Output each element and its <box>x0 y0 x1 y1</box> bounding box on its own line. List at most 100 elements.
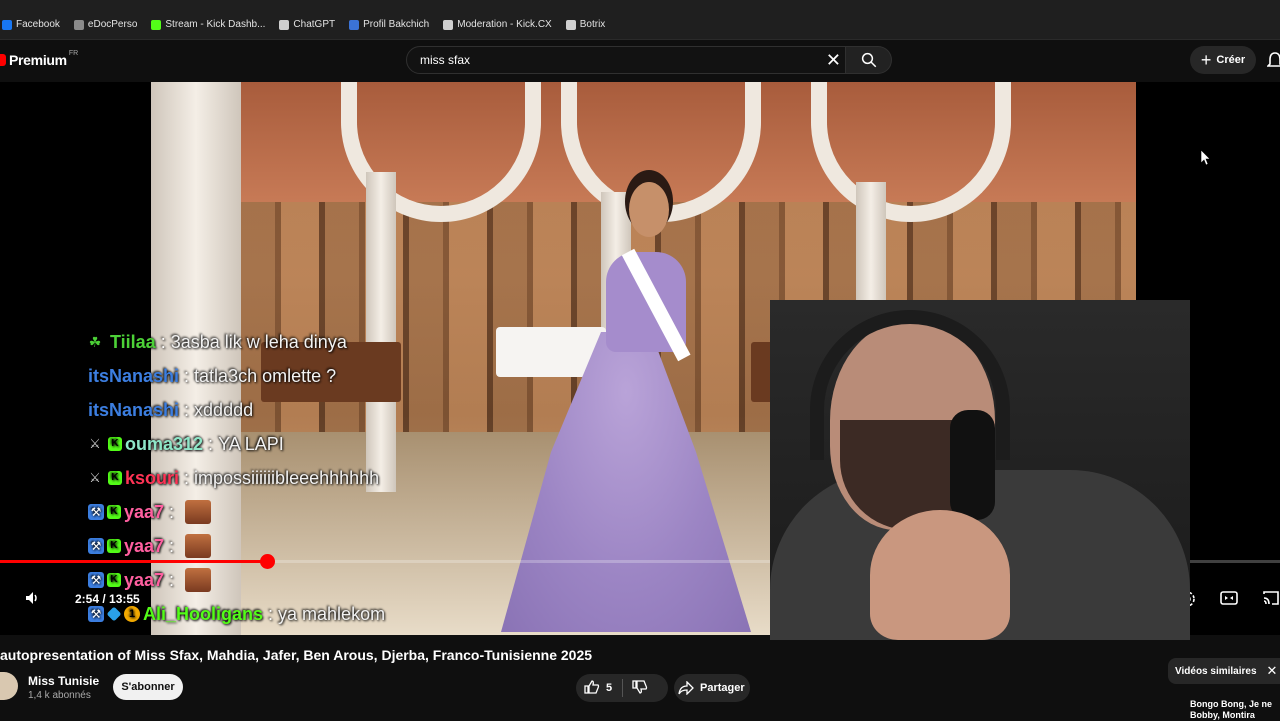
edocperso-icon <box>73 19 84 30</box>
chat-emote-icon <box>185 568 212 592</box>
cast-icon[interactable] <box>1262 590 1280 611</box>
chat-text: tatla3ch omlette ? <box>194 365 337 386</box>
pickaxe-badge-icon: ⚒ <box>88 572 104 588</box>
video-title: autopresentation of Miss Sfax, Mahdia, J… <box>0 647 593 663</box>
like-count: 5 <box>606 682 613 694</box>
chat-separator: : <box>155 331 171 352</box>
chat-message: itsNanashi : tatla3ch omlette ? <box>88 361 336 391</box>
subscriber-count: 1,4 k abonnés <box>28 690 91 701</box>
chat-text: YA LAPI <box>218 433 284 454</box>
like-button[interactable] <box>584 679 600 697</box>
facebook-icon <box>2 19 12 30</box>
kick-badge-icon: K <box>108 437 122 451</box>
chat-separator: : <box>203 433 219 454</box>
chat-text: 3asba lik w leha dinya <box>170 331 347 352</box>
like-dislike-group: 5 <box>576 674 668 702</box>
chat-username[interactable]: itsNanashi <box>88 366 179 387</box>
bookmark-stream-kick-dashb[interactable]: Stream - Kick Dashb... <box>151 19 265 30</box>
chat-message: ⚔ Kksouri : impossiiiiiibleeehhhhhh <box>88 463 379 493</box>
similar-videos-chip[interactable]: Vidéos similaires ✕ <box>1168 658 1280 684</box>
time-display: 2:54 / 13:55 <box>75 592 140 606</box>
chat-username[interactable]: yaa7 <box>124 502 164 523</box>
chat-separator: : <box>179 365 195 386</box>
bookmark-profil-bakchich[interactable]: Profil Bakchich <box>349 19 429 30</box>
chat-username[interactable]: yaa7 <box>124 536 164 557</box>
chat-message: ☘ Tiilaa : 3asba lik w leha dinya <box>88 327 347 357</box>
similar-videos-label: Vidéos similaires <box>1175 665 1257 677</box>
search-input[interactable] <box>418 52 812 68</box>
notifications-bell-icon[interactable] <box>1266 52 1280 75</box>
kickcx-icon <box>443 19 454 30</box>
youtube-play-icon <box>0 54 6 66</box>
dislike-button[interactable] <box>632 679 648 697</box>
bookmark-chatgpt[interactable]: ChatGPT <box>279 19 335 30</box>
chat-username[interactable]: ouma312 <box>125 434 203 455</box>
chat-message: ⚒ Kyaa7 : <box>88 531 212 561</box>
clear-search-icon[interactable]: ✕ <box>826 50 841 70</box>
chat-username[interactable]: itsNanashi <box>88 400 179 421</box>
bookmark-label: Moderation - Kick.CX <box>457 19 552 30</box>
bookmark-botrix[interactable]: Botrix <box>565 19 605 30</box>
chatgpt-icon <box>279 19 290 30</box>
pickaxe-badge-icon: ⚒ <box>88 606 104 622</box>
kick-badge-icon: K <box>107 505 121 519</box>
close-icon[interactable]: ✕ <box>1267 663 1278 679</box>
kick-icon <box>151 19 162 30</box>
pickaxe-badge-icon: ⚒ <box>88 538 104 554</box>
thumbs-down-icon <box>632 679 648 694</box>
search-button[interactable] <box>846 46 892 74</box>
share-label: Partager <box>700 682 745 694</box>
chat-message: ⚔ Kouma312 : YA LAPI <box>88 429 284 459</box>
streamer-webcam <box>770 300 1190 640</box>
chat-username[interactable]: yaa7 <box>124 570 164 591</box>
share-icon <box>678 681 694 695</box>
bookmark-edocperso[interactable]: eDocPerso <box>73 19 138 30</box>
chat-separator: : <box>179 467 195 488</box>
bookmark-label: eDocPerso <box>87 19 138 30</box>
bookmark-label: ChatGPT <box>293 19 336 30</box>
bookmark-label: Profil Bakchich <box>363 19 430 30</box>
mouse-cursor-icon <box>1200 149 1211 171</box>
browser-tabstrip <box>0 0 1280 10</box>
logo-text: Premium <box>9 52 67 68</box>
recommended-video-title[interactable]: Bongo Bong, Je ne Bobby, Montira <box>1190 699 1280 721</box>
channel-name[interactable]: Miss Tunisie <box>28 674 99 688</box>
progress-scrubber[interactable] <box>259 554 275 569</box>
channel-avatar[interactable] <box>0 672 18 700</box>
pickaxe-badge-icon: ⚒ <box>88 504 104 520</box>
create-label: Créer <box>1216 54 1246 66</box>
chat-message: ⚔Kouma312 : mapapek <box>88 633 292 635</box>
chat-separator: : <box>164 569 180 590</box>
chat-text: xddddd <box>194 399 254 420</box>
youtube-premium-logo[interactable]: Premium FR <box>0 50 79 68</box>
bookmarks-bar: Facebook eDocPerso Stream - Kick Dashb... C… <box>0 10 1280 40</box>
volume-icon[interactable] <box>24 590 40 611</box>
search-box: ✕ <box>406 46 846 74</box>
bookmark-facebook[interactable]: Facebook <box>2 19 60 30</box>
kick-badge-icon: K <box>107 573 121 587</box>
leaf-badge-icon: ☘ <box>88 334 102 350</box>
chat-separator: : <box>164 501 180 522</box>
chat-separator: : <box>263 603 279 624</box>
theater-mode-icon[interactable] <box>1220 590 1238 611</box>
subscribe-button[interactable]: S'abonner <box>113 674 183 700</box>
plus-icon: + <box>1200 50 1212 70</box>
bookmark-label: Facebook <box>16 19 60 30</box>
cube-badge-icon <box>106 606 122 622</box>
thumbs-up-icon <box>584 679 600 694</box>
share-button[interactable]: Partager <box>674 674 750 702</box>
chat-message: ⚒ Kyaa7 : <box>88 497 212 527</box>
bookmark-moderation-kick-cx[interactable]: Moderation - Kick.CX <box>443 19 552 30</box>
botrix-icon <box>565 19 576 30</box>
chat-username[interactable]: Ali_Hooligans <box>143 604 263 625</box>
chat-text: impossiiiiiibleeehhhhhh <box>194 467 380 488</box>
chat-username[interactable]: Tiilaa <box>110 332 156 353</box>
chat-message: itsNanashi : xddddd <box>88 395 253 425</box>
kick-badge-icon: K <box>108 471 122 485</box>
chat-username[interactable]: ksouri <box>125 468 179 489</box>
like-divider <box>622 679 624 697</box>
chat-separator: : <box>179 399 195 420</box>
chat-emote-icon <box>185 500 212 524</box>
create-button[interactable]: + Créer <box>1190 46 1256 74</box>
logo-region: FR <box>68 50 79 57</box>
